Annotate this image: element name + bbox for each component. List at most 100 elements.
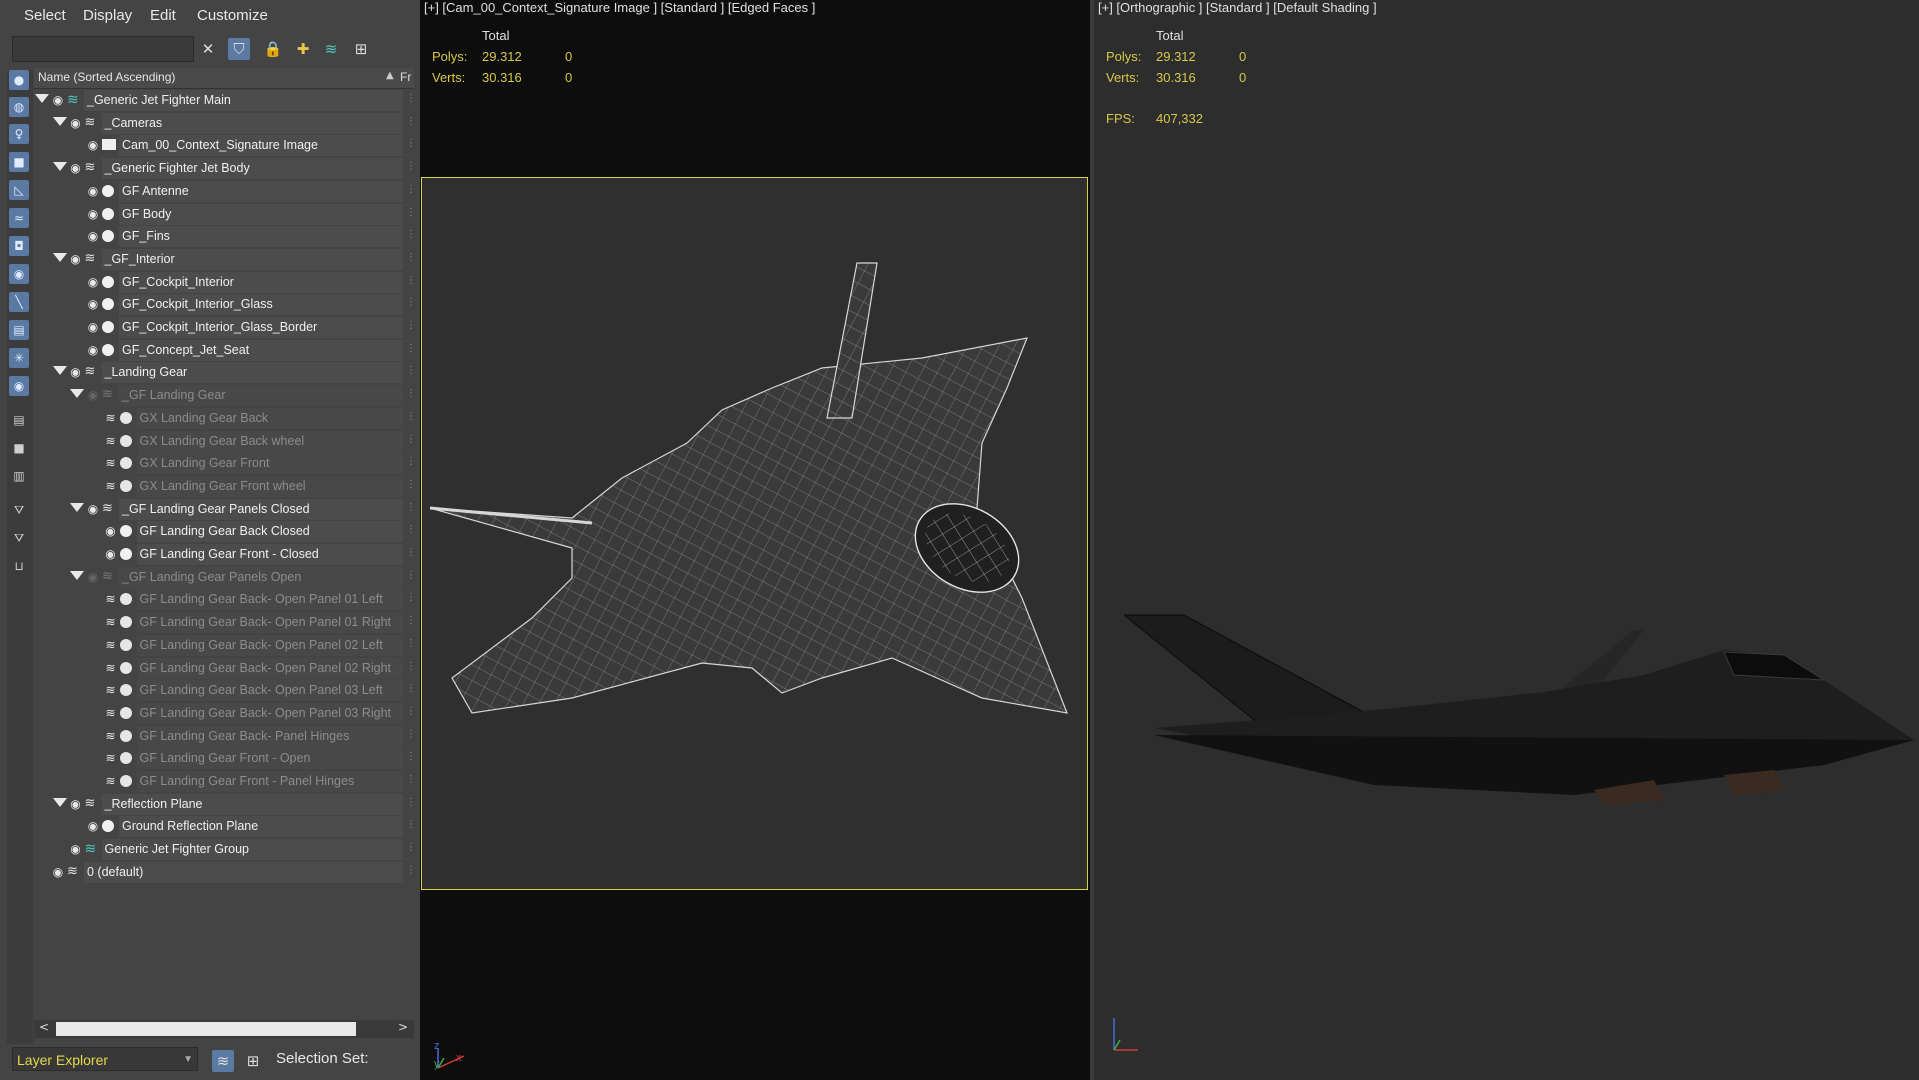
- visibility-eye-icon[interactable]: ◉: [69, 842, 83, 856]
- add-layer-icon[interactable]: ✚: [292, 38, 314, 60]
- bone-filter-icon[interactable]: ╲: [9, 292, 29, 312]
- tree-row[interactable]: ◉ ≋ _GF Landing Gear Panels Open ⋮: [34, 567, 416, 588]
- horizontal-scrollbar[interactable]: < >: [34, 1020, 414, 1038]
- tree-row[interactable]: ◉ GF Antenne ⋮: [34, 181, 416, 202]
- select-all-icon[interactable]: ■: [9, 438, 29, 458]
- list-icon[interactable]: ▥: [9, 466, 29, 486]
- explorer-type-dropdown[interactable]: Layer Explorer ▼: [12, 1047, 198, 1071]
- tree-row[interactable]: ◉ ≋ _GF Landing Gear Panels Closed ⋮: [34, 499, 416, 520]
- funnel-icon[interactable]: ⛛: [9, 528, 29, 548]
- menu-select[interactable]: Select: [24, 7, 66, 24]
- visibility-eye-icon[interactable]: ◉: [86, 275, 100, 289]
- expand-toggle-icon[interactable]: [52, 162, 67, 171]
- visibility-filter-icon[interactable]: ◉: [9, 376, 29, 396]
- expand-toggle-icon[interactable]: [70, 503, 84, 512]
- frozen-layer-icon[interactable]: ≋: [104, 751, 118, 765]
- light-filter-icon[interactable]: ♀: [9, 124, 29, 144]
- frozen-layer-icon[interactable]: ≋: [104, 615, 118, 629]
- tree-row[interactable]: ≋ GF Landing Gear Back- Open Panel 02 Lef…: [34, 635, 416, 656]
- tree-row[interactable]: ≋ GF Landing Gear Back- Panel Hinges ⋮: [34, 726, 416, 747]
- frozen-layer-icon[interactable]: ≋: [104, 411, 118, 425]
- visibility-eye-icon[interactable]: ◉: [69, 161, 83, 175]
- visibility-eye-icon[interactable]: ◉: [86, 819, 100, 833]
- layers-icon[interactable]: ≋: [320, 38, 342, 60]
- xref-filter-icon[interactable]: ◉: [9, 264, 29, 284]
- tree-row[interactable]: ≋ GF Landing Gear Front - Open ⋮: [34, 748, 416, 769]
- camera-viewport[interactable]: [+] [Cam_00_Context_Signature Image ] [S…: [420, 0, 1090, 1080]
- frozen-layer-icon[interactable]: ≋: [104, 638, 118, 652]
- tree-row[interactable]: ◉ GF_Cockpit_Interior ⋮: [34, 272, 416, 293]
- visibility-eye-icon[interactable]: ◉: [86, 138, 100, 152]
- name-column-header[interactable]: Name (Sorted Ascending) ▲ Fr: [34, 68, 414, 89]
- tree-row[interactable]: ◉ GF_Cockpit_Interior_Glass ⋮: [34, 294, 416, 315]
- tree-row[interactable]: ≋ GF Landing Gear Back- Open Panel 03 Lef…: [34, 680, 416, 701]
- helper-filter-icon[interactable]: ◺: [9, 180, 29, 200]
- tree-row[interactable]: ≋ GF Landing Gear Back- Open Panel 02 Rig…: [34, 658, 416, 679]
- tree-row[interactable]: ◉ GF Landing Gear Front - Closed ⋮: [34, 544, 416, 565]
- menu-customize[interactable]: Customize: [197, 7, 268, 24]
- orthographic-viewport[interactable]: [+] [Orthographic ] [Standard ] [Default…: [1094, 0, 1919, 1080]
- tree-row[interactable]: ≋ GF Landing Gear Front - Panel Hinges ⋮: [34, 771, 416, 792]
- visibility-eye-icon[interactable]: ◉: [86, 184, 100, 198]
- frozen-layer-icon[interactable]: ≋: [104, 729, 118, 743]
- expand-toggle-icon[interactable]: [52, 253, 67, 262]
- tree-row[interactable]: ◉ ≋ _GF Landing Gear ⋮: [34, 385, 416, 406]
- hierarchy-mode-icon[interactable]: ⊞: [242, 1050, 264, 1072]
- frozen-layer-icon[interactable]: ≋: [104, 661, 118, 675]
- expand-toggle-icon[interactable]: [52, 117, 67, 126]
- visibility-eye-icon[interactable]: ◉: [51, 93, 65, 107]
- visibility-eye-icon[interactable]: ◉: [86, 570, 100, 584]
- tree-row[interactable]: ≋ GF Landing Gear Back- Open Panel 01 Rig…: [34, 612, 416, 633]
- tree-row[interactable]: ≋ GF Landing Gear Back- Open Panel 03 Rig…: [34, 703, 416, 724]
- visibility-eye-icon[interactable]: ◉: [69, 797, 83, 811]
- hierarchy-icon[interactable]: ⊞: [350, 38, 372, 60]
- tree-row[interactable]: ◉ GF_Cockpit_Interior_Glass_Border ⋮: [34, 317, 416, 338]
- lock-icon[interactable]: 🔒: [262, 38, 284, 60]
- visibility-eye-icon[interactable]: ◉: [69, 252, 83, 266]
- tree-row[interactable]: ◉ ≋ _Landing Gear ⋮: [34, 362, 416, 383]
- visibility-eye-icon[interactable]: ◉: [86, 297, 100, 311]
- tree-row[interactable]: ◉ ≋ _Cameras ⋮: [34, 113, 416, 134]
- visibility-eye-icon[interactable]: ◉: [86, 229, 100, 243]
- tree-row[interactable]: ≋ GX Landing Gear Back wheel ⋮: [34, 431, 416, 452]
- tree-row[interactable]: ◉ GF Landing Gear Back Closed ⋮: [34, 521, 416, 542]
- frozen-layer-icon[interactable]: ≋: [104, 706, 118, 720]
- tree-row[interactable]: ◉ Ground Reflection Plane ⋮: [34, 816, 416, 837]
- geometry-filter-icon[interactable]: ●: [9, 70, 29, 90]
- tree-row[interactable]: ≋ GX Landing Gear Back ⋮: [34, 408, 416, 429]
- menu-edit[interactable]: Edit: [150, 7, 176, 24]
- visibility-eye-icon[interactable]: ◉: [86, 388, 100, 402]
- group-filter-icon[interactable]: ◘: [9, 236, 29, 256]
- expand-toggle-icon[interactable]: [70, 571, 84, 580]
- visibility-eye-icon[interactable]: ◉: [69, 365, 83, 379]
- filter-off-icon[interactable]: ⛛: [9, 500, 29, 520]
- tree-row[interactable]: ◉ ≋ _GF_Interior ⋮: [34, 249, 416, 270]
- camera-filter-icon[interactable]: ■: [9, 152, 29, 172]
- tree-row[interactable]: ≋ GX Landing Gear Front ⋮: [34, 453, 416, 474]
- scroll-right-icon[interactable]: >: [398, 1020, 408, 1034]
- spacewarp-filter-icon[interactable]: ≈: [9, 208, 29, 228]
- tree-row[interactable]: ≋ GF Landing Gear Back- Open Panel 01 Lef…: [34, 589, 416, 610]
- expand-toggle-icon[interactable]: [35, 94, 49, 103]
- tree-row[interactable]: ◉ GF_Concept_Jet_Seat ⋮: [34, 340, 416, 361]
- frozen-layer-icon[interactable]: ≋: [104, 434, 118, 448]
- filter-icon[interactable]: ⛉: [228, 38, 250, 60]
- visibility-eye-icon[interactable]: ◉: [69, 116, 83, 130]
- visibility-eye-icon[interactable]: ◉: [104, 547, 118, 561]
- document-icon[interactable]: ▤: [9, 410, 29, 430]
- viewport-label[interactable]: [+] [Cam_00_Context_Signature Image ] [S…: [424, 0, 815, 15]
- visibility-eye-icon[interactable]: ◉: [86, 320, 100, 334]
- tree-row[interactable]: ◉ Cam_00_Context_Signature Image ⋮: [34, 135, 416, 156]
- shape-filter-icon[interactable]: ◍: [9, 97, 29, 117]
- viewport-label[interactable]: [+] [Orthographic ] [Standard ] [Default…: [1098, 0, 1377, 15]
- frozen-layer-icon[interactable]: ≋: [104, 456, 118, 470]
- frozen-layer-icon[interactable]: ≋: [104, 774, 118, 788]
- tree-row[interactable]: ◉ ≋ Generic Jet Fighter Group ⋮: [34, 839, 416, 860]
- visibility-eye-icon[interactable]: ◉: [86, 502, 100, 516]
- expand-toggle-icon[interactable]: [52, 798, 67, 807]
- frozen-layer-icon[interactable]: ≋: [104, 592, 118, 606]
- search-input[interactable]: [12, 36, 194, 62]
- frozen-layer-icon[interactable]: ≋: [104, 479, 118, 493]
- clear-search-icon[interactable]: ✕: [197, 38, 219, 60]
- tree-row[interactable]: ◉ GF_Fins ⋮: [34, 226, 416, 247]
